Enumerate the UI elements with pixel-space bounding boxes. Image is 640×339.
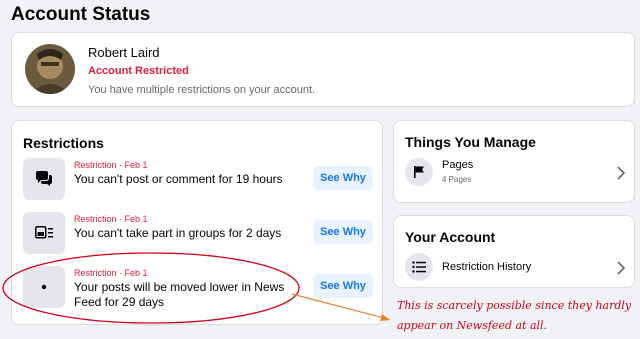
annotation-arrow [291, 293, 390, 321]
chevron-right-icon [617, 166, 625, 180]
pages-row[interactable]: Pages 4 Pages [405, 158, 627, 190]
restriction-text: You can't post or comment for 19 hours [74, 172, 283, 186]
things-you-manage-title: Things You Manage [405, 134, 536, 150]
pages-count: 4 Pages [442, 175, 472, 184]
restriction-item: Restriction · Feb 1 You can't post or co… [23, 158, 373, 202]
annotation-text: This is scarcely possible since they har… [397, 299, 632, 332]
things-you-manage-card: Things You Manage Pages 4 Pages [393, 120, 635, 203]
list-icon [405, 253, 433, 281]
chat-bubbles-icon [23, 158, 65, 200]
see-why-button[interactable]: See Why [313, 220, 373, 244]
restriction-meta: Restriction · Feb 1 [74, 160, 148, 170]
account-description: You have multiple restrictions on your a… [88, 84, 316, 96]
your-account-title: Your Account [405, 229, 496, 245]
restrictions-title: Restrictions [23, 135, 104, 151]
restriction-text: You can't take part in groups for 2 days [74, 226, 282, 240]
restriction-history-label: Restriction History [442, 261, 532, 273]
restriction-meta: Restriction · Feb 1 [74, 214, 148, 224]
restriction-history-row[interactable]: Restriction History [405, 253, 627, 285]
account-name: Robert Laird [88, 45, 160, 60]
flag-icon [405, 158, 433, 186]
account-card: Robert Laird Account Restricted You have… [11, 32, 635, 107]
chevron-right-icon [617, 261, 625, 275]
page-title: Account Status [11, 4, 151, 25]
avatar[interactable] [25, 44, 75, 94]
account-status: Account Restricted [88, 65, 189, 77]
see-why-button[interactable]: See Why [313, 166, 373, 190]
groups-icon [23, 212, 65, 254]
pages-label: Pages [442, 159, 474, 171]
annotation-ellipse [2, 252, 300, 324]
your-account-card: Your Account Restriction History [393, 215, 635, 288]
